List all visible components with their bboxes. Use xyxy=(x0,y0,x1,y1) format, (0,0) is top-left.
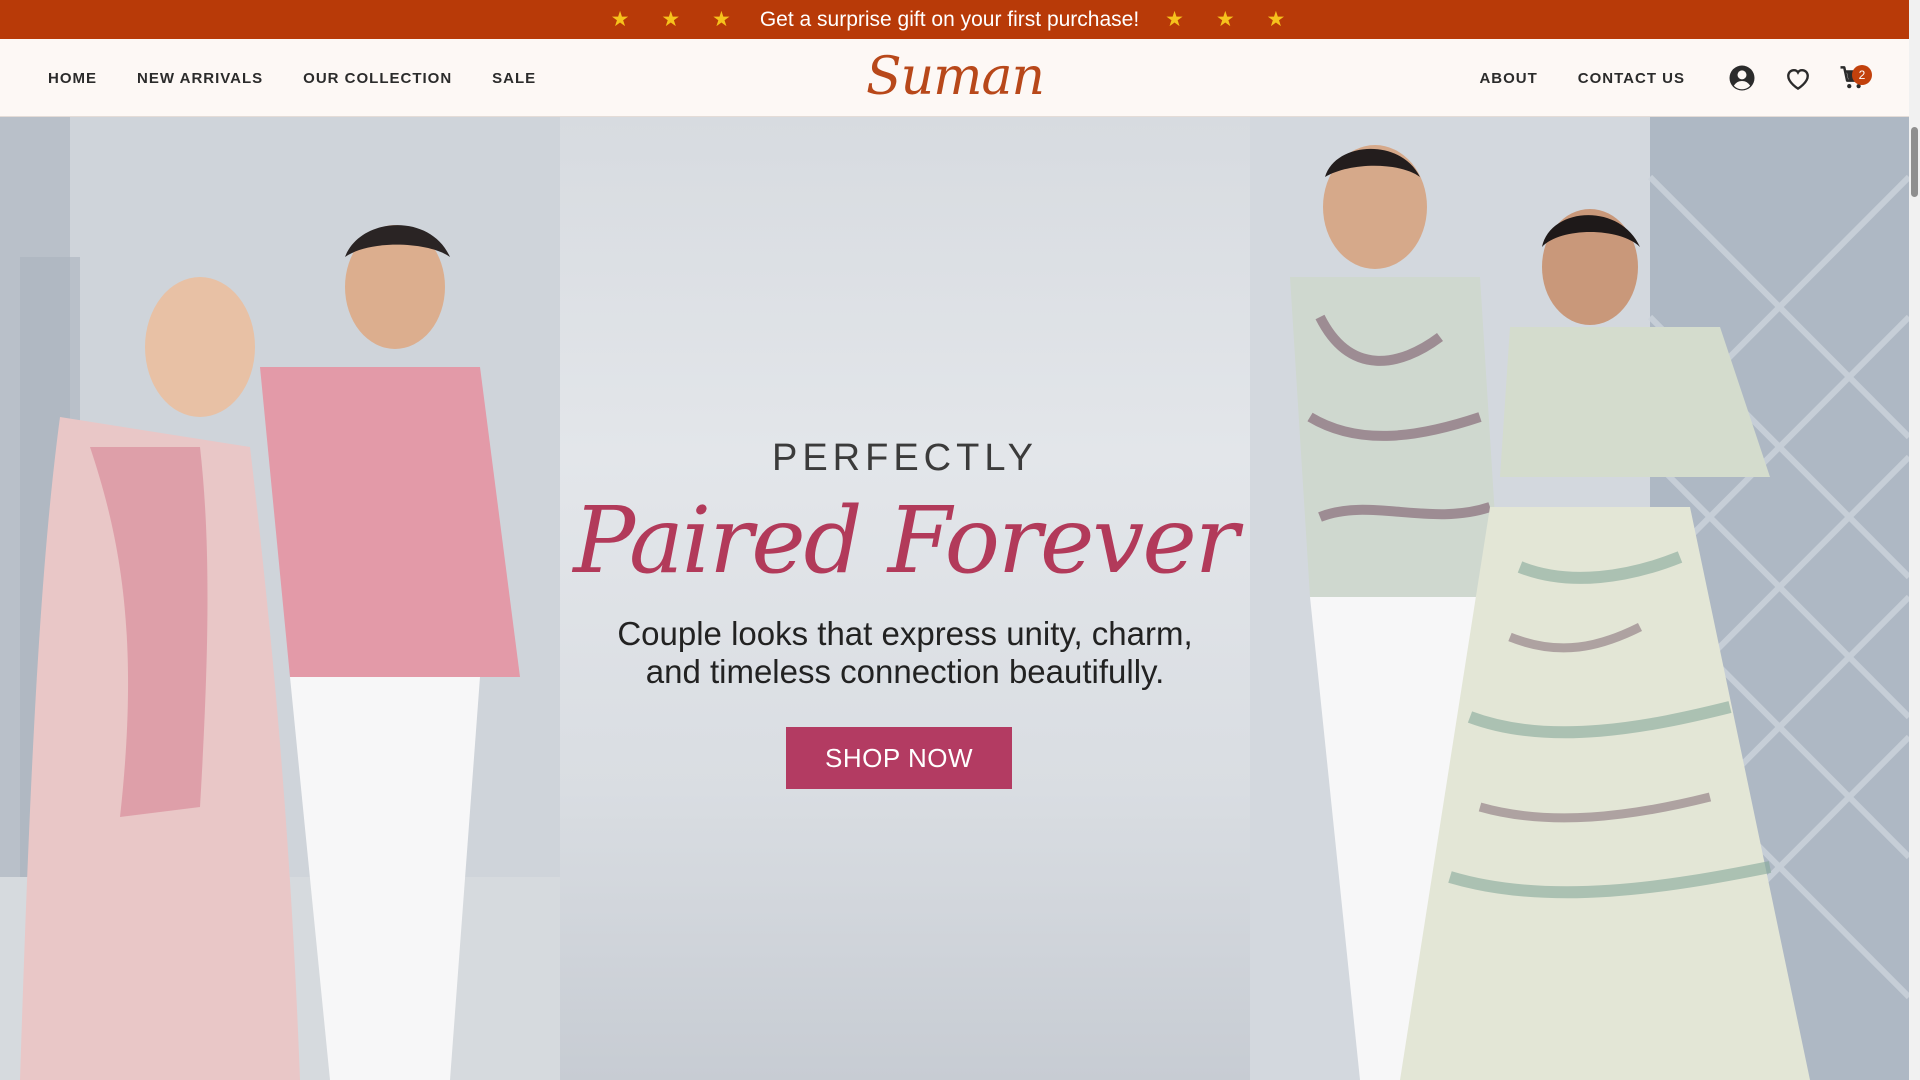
main-nav-left: HOME NEW ARRIVALS OUR COLLECTION SALE xyxy=(48,39,576,117)
nav-home-link[interactable]: HOME xyxy=(48,70,97,87)
stars-right: ★ ★ ★ xyxy=(1165,8,1299,31)
user-icon[interactable] xyxy=(1727,63,1757,93)
nav-about-link[interactable]: ABOUT xyxy=(1479,70,1537,87)
nav-contact-link[interactable]: CONTACT US xyxy=(1578,70,1685,87)
hero-subtitle-line2: and timeless connection beautifully. xyxy=(645,653,1165,690)
hero-subtitle-line1: Couple looks that express unity, charm, xyxy=(617,615,1193,652)
hero-copy: PERFECTLY Paired Forever Couple looks th… xyxy=(560,117,1250,1080)
brand-logo[interactable]: Suman xyxy=(866,45,1045,109)
hero-banner: PERFECTLY Paired Forever Couple looks th… xyxy=(0,117,1909,1080)
nav-our-collection-link[interactable]: OUR COLLECTION xyxy=(303,70,452,87)
nav-sale-link[interactable]: SALE xyxy=(492,70,536,87)
heart-icon[interactable] xyxy=(1783,63,1813,93)
main-nav-right: ABOUT CONTACT US xyxy=(1479,39,1685,117)
shop-now-button[interactable]: SHOP NOW xyxy=(786,727,1012,789)
cart-count-badge: 2 xyxy=(1852,65,1872,85)
hero-photo-left xyxy=(0,117,560,1080)
hero-subtitle: Couple looks that express unity, charm, … xyxy=(560,615,1250,691)
page-scrollbar[interactable] xyxy=(1909,0,1920,1080)
scrollbar-thumb[interactable] xyxy=(1911,127,1918,197)
hero-title: Paired Forever xyxy=(573,487,1239,594)
hero-kicker: PERFECTLY xyxy=(771,437,1038,479)
site-header: HOME NEW ARRIVALS OUR COLLECTION SALE Su… xyxy=(0,39,1909,117)
announcement-message: Get a surprise gift on your first purcha… xyxy=(759,7,1140,31)
announcement-bar: ★ ★ ★ Get a surprise gift on your first … xyxy=(0,0,1909,39)
stars-left: ★ ★ ★ xyxy=(610,8,744,31)
nav-new-arrivals-link[interactable]: NEW ARRIVALS xyxy=(137,70,263,87)
hero-photo-right xyxy=(1250,117,1909,1080)
